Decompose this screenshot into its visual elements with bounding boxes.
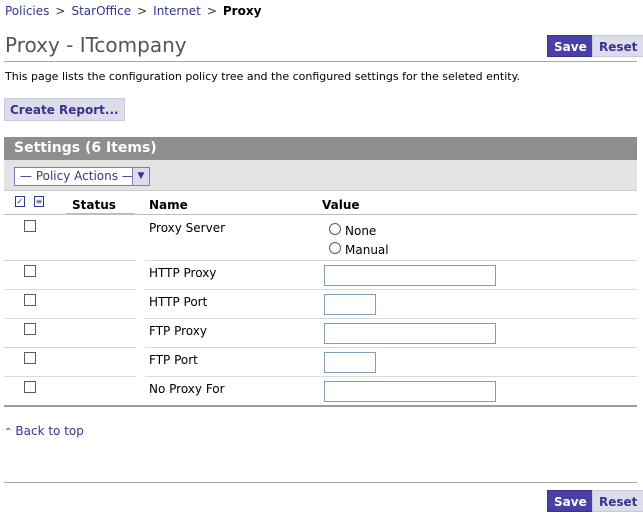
row-divider: [145, 289, 637, 290]
ftp-proxy-input[interactable]: [324, 323, 496, 344]
settings-table-title: Settings (6 Items): [4, 137, 637, 160]
double-chevron-up-icon: ⌃: [4, 427, 13, 438]
row-divider: [4, 376, 136, 377]
breadcrumb-separator: >: [206, 4, 217, 18]
reset-button-top[interactable]: Reset: [592, 35, 643, 57]
http-port-input[interactable]: [324, 294, 376, 315]
row-divider: [145, 376, 637, 377]
breadcrumb-link-staroffice[interactable]: StarOffice: [71, 4, 131, 18]
policy-actions-select[interactable]: — Policy Actions — ▼: [14, 167, 150, 186]
row-divider: [4, 347, 136, 348]
breadcrumb-separator: >: [137, 4, 148, 18]
row-checkbox-no-proxy-for[interactable]: [24, 381, 36, 393]
ftp-port-input[interactable]: [324, 352, 376, 373]
create-report-button[interactable]: Create Report...: [4, 98, 125, 121]
radio-manual[interactable]: [329, 242, 341, 254]
setting-name-http-port: HTTP Port: [149, 295, 208, 309]
setting-name-ftp-port: FTP Port: [149, 353, 198, 367]
column-header-value[interactable]: Value: [322, 198, 360, 212]
save-button-top[interactable]: Save: [547, 35, 594, 57]
radio-label-manual: Manual: [345, 243, 389, 257]
breadcrumb-link-policies[interactable]: Policies: [5, 4, 49, 18]
row-divider: [145, 260, 637, 261]
policy-actions-selected: — Policy Actions —: [20, 169, 134, 183]
divider: [4, 61, 637, 62]
row-checkbox-http-proxy[interactable]: [24, 265, 36, 277]
page-title: Proxy - ITcompany: [5, 33, 187, 57]
checkbox-deselect-all-icon[interactable]: ≡: [34, 196, 44, 207]
breadcrumb-current: Proxy: [222, 4, 262, 18]
row-divider: [4, 289, 136, 290]
back-to-top-label: Back to top: [15, 424, 84, 438]
column-header-name[interactable]: Name: [149, 198, 188, 212]
breadcrumb-separator: >: [55, 4, 66, 18]
setting-name-no-proxy-for: No Proxy For: [149, 382, 225, 396]
breadcrumb-link-internet[interactable]: Internet: [153, 4, 201, 18]
row-divider: [4, 260, 136, 261]
http-proxy-input[interactable]: [324, 265, 496, 286]
checkbox-select-all-icon[interactable]: ✓: [15, 196, 25, 207]
no-proxy-for-input[interactable]: [324, 381, 496, 402]
setting-name-http-proxy: HTTP Proxy: [149, 266, 217, 280]
table-header-divider: [4, 214, 637, 215]
row-checkbox-ftp-port[interactable]: [24, 352, 36, 364]
breadcrumb: Policies > StarOffice > Internet > Proxy: [5, 4, 261, 18]
divider: [4, 482, 637, 483]
row-checkbox-proxy-server[interactable]: [24, 220, 36, 232]
radio-none[interactable]: [329, 223, 341, 235]
back-to-top-link[interactable]: ⌃ Back to top: [4, 424, 84, 438]
table-bottom-border: [4, 405, 637, 407]
chevron-down-icon: ▼: [132, 168, 149, 185]
row-divider: [4, 318, 136, 319]
column-header-status[interactable]: Status: [72, 198, 116, 212]
page-description: This page lists the configuration policy…: [5, 70, 521, 83]
row-checkbox-ftp-proxy[interactable]: [24, 323, 36, 335]
save-button-bottom[interactable]: Save: [547, 490, 594, 512]
setting-name-ftp-proxy: FTP Proxy: [149, 324, 207, 338]
reset-button-bottom[interactable]: Reset: [592, 490, 643, 512]
setting-name-proxy-server: Proxy Server: [149, 221, 226, 235]
row-divider: [145, 347, 637, 348]
row-divider: [145, 318, 637, 319]
radio-label-none: None: [345, 224, 377, 238]
row-checkbox-http-port[interactable]: [24, 294, 36, 306]
table-actions-bar: — Policy Actions — ▼: [4, 160, 637, 191]
